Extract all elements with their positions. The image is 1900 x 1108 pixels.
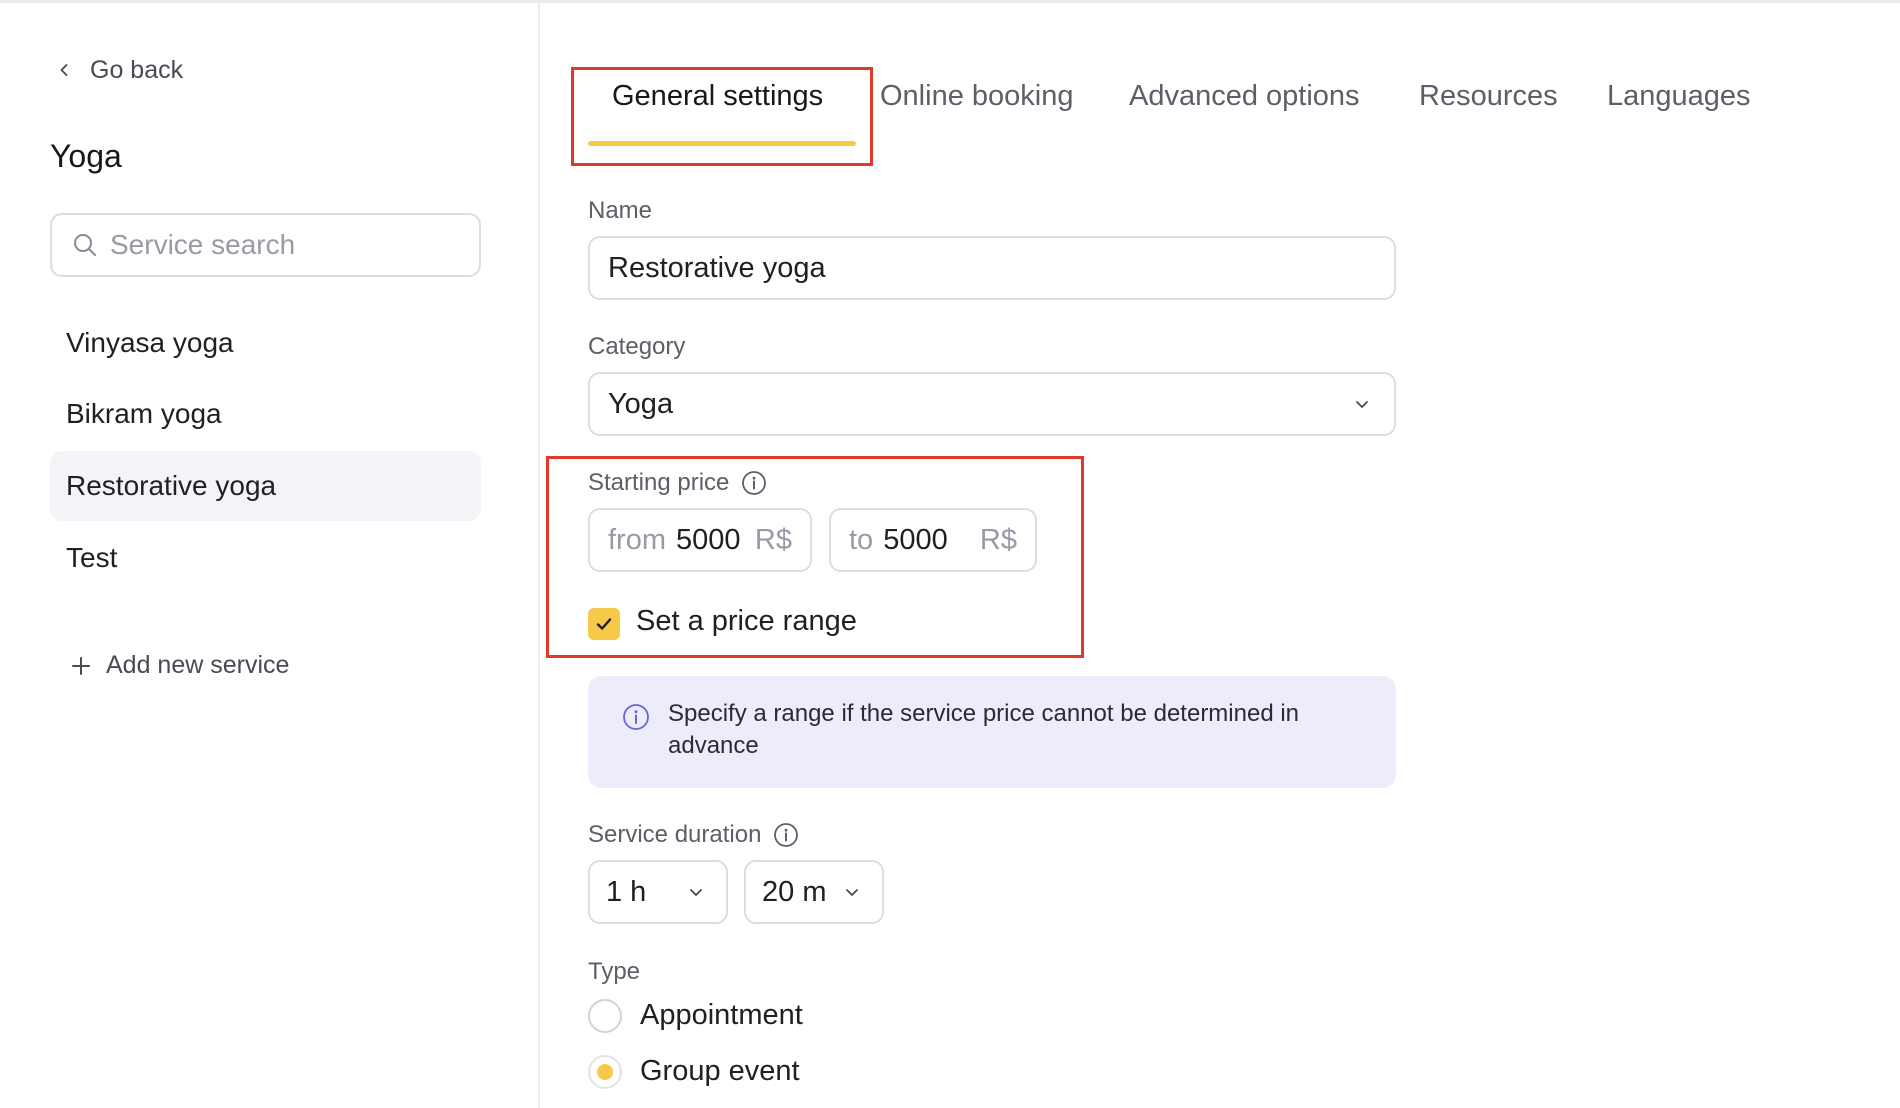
chevron-down-icon <box>1356 401 1368 408</box>
duration-hours-select[interactable]: 1 h <box>588 860 728 924</box>
name-field[interactable] <box>588 236 1396 300</box>
tab-online-booking[interactable]: Online booking <box>880 80 1073 113</box>
add-new-service-button[interactable]: Add new service <box>70 651 289 680</box>
name-label: Name <box>588 197 653 224</box>
duration-hours-value: 1 h <box>606 875 647 908</box>
category-label: Category <box>588 333 686 360</box>
add-new-service-label: Add new service <box>106 651 290 679</box>
price-from-value[interactable]: 5000 <box>676 524 741 557</box>
checkmark-icon <box>596 618 612 630</box>
chevron-left-icon <box>60 64 68 76</box>
radio-group-event[interactable] <box>588 1055 622 1089</box>
radio-appointment[interactable] <box>588 999 622 1033</box>
price-to-field[interactable]: to 5000 R$ <box>829 508 1037 572</box>
duration-minutes-value: 20 m <box>762 875 827 908</box>
category-selected-value: Yoga <box>608 387 674 420</box>
price-from-currency: R$ <box>754 523 792 556</box>
tab-languages[interactable]: Languages <box>1607 80 1751 113</box>
chevron-down-icon <box>846 889 858 896</box>
service-search-input[interactable] <box>110 229 450 261</box>
category-title: Yoga <box>50 138 122 174</box>
price-from-field[interactable]: from 5000 R$ <box>588 508 812 572</box>
go-back-link[interactable]: Go back <box>56 53 183 87</box>
starting-price-label: Starting price <box>588 469 730 496</box>
price-range-checkbox[interactable] <box>588 608 620 640</box>
price-to-value[interactable]: 5000 <box>883 524 948 557</box>
service-item-restorative-yoga[interactable]: Restorative yoga <box>50 451 481 521</box>
price-from-prefix: from <box>608 523 666 556</box>
tab-general-settings[interactable]: General settings <box>612 80 823 113</box>
info-icon[interactable] <box>773 822 799 848</box>
search-icon <box>74 234 96 256</box>
price-range-info-box: Specify a range if the service price can… <box>588 676 1396 788</box>
price-range-label[interactable]: Set a price range <box>636 605 857 638</box>
duration-minutes-select[interactable]: 20 m <box>744 860 884 924</box>
price-to-currency: R$ <box>979 523 1017 556</box>
type-label: Type <box>588 958 641 985</box>
radio-label-group-event[interactable]: Group event <box>640 1055 800 1088</box>
name-input[interactable] <box>608 251 1368 285</box>
starting-price-label-row: Starting price <box>588 469 767 497</box>
service-duration-label-row: Service duration <box>588 821 799 849</box>
sidebar-divider <box>538 3 540 1108</box>
info-text: Specify a range if the service price can… <box>668 700 1300 759</box>
service-duration-label: Service duration <box>588 821 762 848</box>
plus-icon <box>72 656 90 675</box>
go-back-label: Go back <box>90 55 184 84</box>
sidebar: Go back Yoga Vinyasa yoga Bikram yoga Re… <box>0 3 538 1108</box>
service-item-bikram-yoga[interactable]: Bikram yoga <box>50 379 481 449</box>
active-tab-indicator <box>588 141 856 146</box>
tab-advanced-options[interactable]: Advanced options <box>1129 80 1360 113</box>
info-icon[interactable] <box>741 470 767 496</box>
category-select[interactable]: Yoga <box>588 372 1396 436</box>
chevron-down-icon <box>690 889 702 896</box>
tab-resources[interactable]: Resources <box>1419 80 1558 113</box>
info-icon <box>623 704 649 730</box>
service-item-test[interactable]: Test <box>50 523 481 593</box>
service-item-vinyasa-yoga[interactable]: Vinyasa yoga <box>50 308 481 378</box>
radio-label-appointment[interactable]: Appointment <box>640 999 803 1032</box>
service-search-box[interactable] <box>50 213 481 277</box>
price-to-prefix: to <box>849 523 874 556</box>
